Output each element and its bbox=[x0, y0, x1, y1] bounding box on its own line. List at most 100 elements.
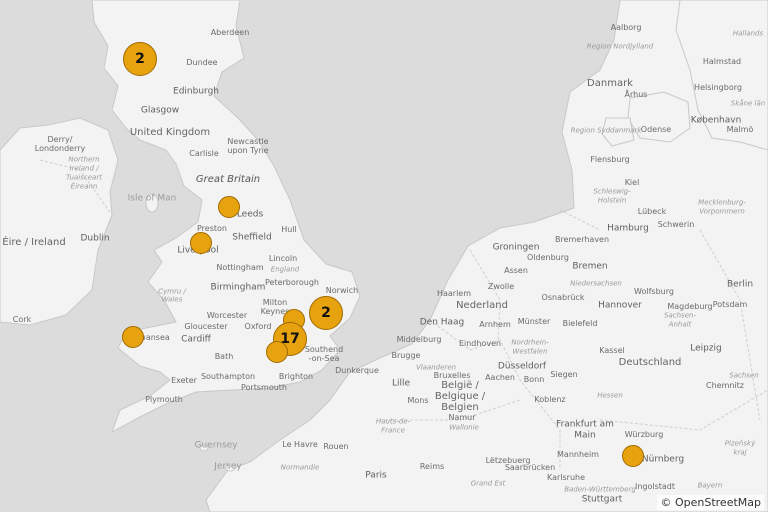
label-guernsey: Guernsey bbox=[194, 440, 238, 451]
map-view[interactable]: Aberdeen Dundee Edinburgh Glasgow United… bbox=[0, 0, 768, 512]
label-reims: Reims bbox=[419, 462, 445, 471]
label-hallands: Hallands bbox=[732, 29, 764, 38]
label-koblenz: Koblenz bbox=[534, 395, 566, 404]
label-frankfurt-1: Frankfurt am bbox=[556, 419, 614, 430]
label-sh-2: Holstein bbox=[597, 196, 627, 205]
label-vlaanderen: Vlaanderen bbox=[415, 363, 457, 372]
label-dundee: Dundee bbox=[186, 58, 218, 67]
label-wales: Wales bbox=[161, 295, 183, 304]
label-zwolle: Zwolle bbox=[487, 282, 515, 291]
label-mons: Mons bbox=[407, 396, 429, 405]
label-magdeburg: Magdeburg bbox=[667, 302, 713, 311]
label-kiel: Kiel bbox=[624, 178, 640, 187]
label-belgie-1: België / bbox=[441, 380, 479, 391]
label-oldenburg: Oldenburg bbox=[527, 253, 569, 262]
cluster-marker[interactable]: 2 bbox=[309, 296, 343, 330]
label-potsdam: Potsdam bbox=[712, 300, 748, 309]
label-hamburg: Hamburg bbox=[607, 223, 649, 234]
label-helsingborg: Helsingborg bbox=[694, 83, 742, 92]
label-sachsen: Sachsen bbox=[729, 371, 759, 380]
label-aberdeen: Aberdeen bbox=[210, 28, 250, 37]
label-namur: Namur bbox=[448, 413, 476, 422]
label-groningen: Groningen bbox=[492, 242, 540, 253]
label-glasgow: Glasgow bbox=[140, 105, 180, 116]
cluster-marker[interactable]: 2 bbox=[123, 42, 157, 76]
label-schwerin: Schwerin bbox=[657, 220, 695, 229]
label-hull: Hull bbox=[281, 225, 297, 234]
label-bath: Bath bbox=[214, 352, 234, 361]
label-sheffield: Sheffield bbox=[232, 232, 272, 243]
label-danmark: Danmark bbox=[587, 78, 633, 89]
label-hannover: Hannover bbox=[598, 300, 642, 311]
label-cork: Cork bbox=[12, 315, 32, 324]
label-great-britain: Great Britain bbox=[195, 174, 261, 185]
label-paris: Paris bbox=[365, 470, 387, 481]
label-southend-1: Southend bbox=[304, 345, 344, 354]
label-dublin: Dublin bbox=[80, 233, 110, 244]
label-mannheim: Mannheim bbox=[557, 450, 599, 459]
label-karlsruhe: Karlsruhe bbox=[546, 473, 586, 482]
label-newcastle-2: upon Tyne bbox=[227, 146, 269, 155]
label-hessen: Hessen bbox=[597, 391, 623, 400]
label-flensburg: Flensburg bbox=[590, 155, 630, 164]
label-malmo: Malmö bbox=[726, 125, 754, 134]
map-attribution[interactable]: © OpenStreetMap bbox=[657, 495, 764, 510]
label-birmingham: Birmingham bbox=[210, 282, 266, 293]
label-sh-1: Schleswig- bbox=[593, 187, 631, 196]
label-united-kingdom: United Kingdom bbox=[129, 127, 211, 138]
label-dusseldorf: Düsseldorf bbox=[497, 361, 547, 372]
label-bonn: Bonn bbox=[523, 375, 545, 384]
label-eindhoven: Eindhoven bbox=[458, 339, 502, 348]
label-arhus: Århus bbox=[624, 90, 648, 99]
label-bayern: Bayern bbox=[697, 481, 723, 490]
location-marker[interactable] bbox=[190, 232, 212, 254]
label-munster: Münster bbox=[517, 317, 551, 326]
label-sachsen-anhalt-2: Anhalt bbox=[668, 320, 692, 329]
label-northern-ireland-4: Éireann bbox=[70, 182, 98, 191]
label-dunkerque: Dunkerque bbox=[335, 366, 379, 375]
label-osnabruck: Osnabrück bbox=[541, 293, 585, 302]
label-wolfsburg: Wolfsburg bbox=[634, 287, 674, 296]
label-grand-est: Grand Est bbox=[470, 479, 506, 488]
location-marker[interactable] bbox=[122, 326, 144, 348]
label-arnhem: Arnhem bbox=[479, 320, 511, 329]
label-leeds: Leeds bbox=[236, 209, 264, 220]
label-norwich: Norwich bbox=[325, 286, 359, 295]
label-odense: Odense bbox=[640, 125, 672, 134]
label-bielefeld: Bielefeld bbox=[562, 319, 598, 328]
label-brugge: Brugge bbox=[391, 351, 421, 360]
label-nederland: Nederland bbox=[456, 300, 508, 311]
label-niedersachsen: Niedersachsen bbox=[570, 279, 622, 288]
label-southampton: Southampton bbox=[200, 372, 256, 381]
label-bw: Baden-Württemberg bbox=[564, 485, 636, 494]
label-nottingham: Nottingham bbox=[216, 263, 264, 272]
label-belgie-3: Belgien bbox=[441, 402, 479, 413]
location-marker[interactable] bbox=[218, 196, 240, 218]
label-england: England bbox=[270, 265, 300, 274]
label-eire: Éire / Ireland bbox=[2, 237, 66, 248]
label-belgie-2: Belgique / bbox=[434, 391, 486, 402]
label-newcastle-1: Newcastle bbox=[227, 137, 269, 146]
location-marker[interactable] bbox=[266, 341, 288, 363]
label-le-havre: Le Havre bbox=[282, 440, 318, 449]
label-plymouth: Plymouth bbox=[145, 395, 183, 404]
label-middelburg: Middelburg bbox=[396, 335, 442, 344]
label-ingolstadt: Ingolstadt bbox=[634, 482, 676, 491]
label-nrw-1: Nordrhein- bbox=[511, 338, 549, 347]
label-peterborough: Peterborough bbox=[264, 278, 320, 287]
label-siegen: Siegen bbox=[550, 370, 578, 379]
label-isle-of-man: Isle of Man bbox=[127, 193, 177, 204]
label-lubeck: Lübeck bbox=[637, 207, 667, 216]
label-northern-ireland-1: Northern bbox=[68, 155, 100, 164]
label-londonderry: Londonderry bbox=[34, 144, 86, 153]
label-region-syd: Region Syddanmark bbox=[570, 126, 642, 135]
label-plzen-1: Plzeňský bbox=[724, 439, 756, 448]
location-marker[interactable] bbox=[622, 445, 644, 467]
label-skane: Skåne län bbox=[730, 99, 766, 108]
label-portsmouth: Portsmouth bbox=[241, 383, 287, 392]
label-southend-2: -on-Sea bbox=[308, 354, 340, 363]
label-deutschland: Deutschland bbox=[618, 357, 682, 368]
label-bremen: Bremen bbox=[572, 261, 608, 272]
label-mv-1: Mecklenburg- bbox=[698, 198, 746, 207]
label-milton-1: Milton bbox=[262, 298, 288, 307]
